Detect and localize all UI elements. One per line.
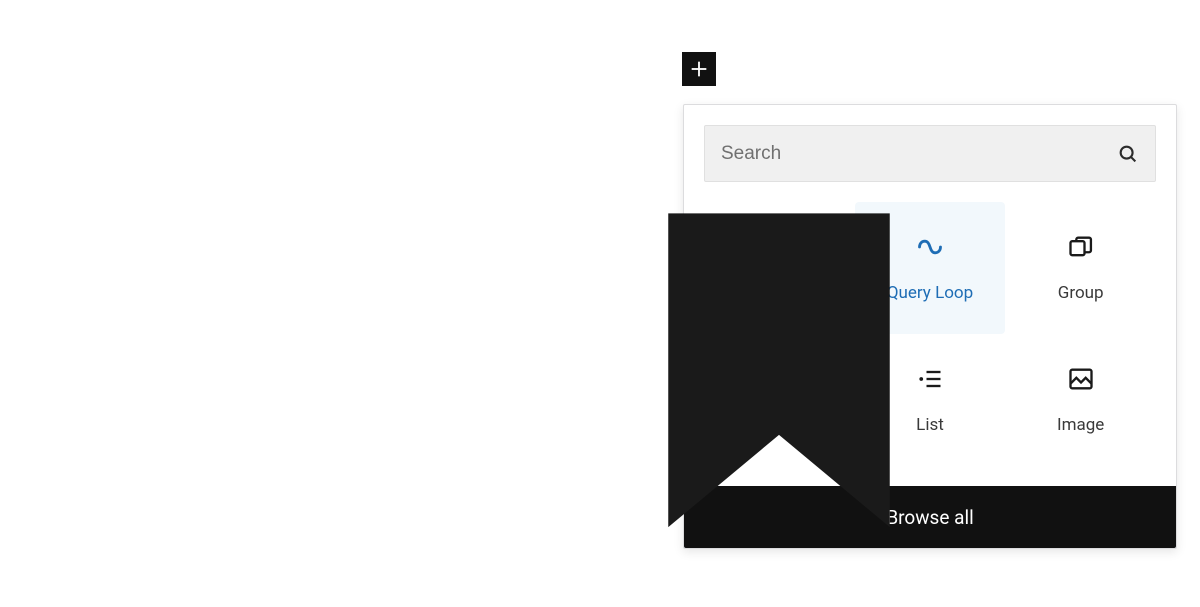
group-icon: [1067, 233, 1095, 261]
block-label: Group: [1058, 283, 1104, 303]
add-block-button[interactable]: [682, 52, 716, 86]
search-icon: [1117, 143, 1139, 165]
image-icon: [1067, 365, 1095, 393]
plus-icon: [688, 58, 710, 80]
block-label: Image: [1057, 415, 1104, 435]
block-item-group[interactable]: Group: [1005, 202, 1156, 334]
block-item-heading[interactable]: Heading: [704, 334, 855, 466]
block-grid: Paragraph Query Loop Group: [684, 192, 1176, 486]
heading-icon: [765, 365, 793, 393]
block-inserter-popover: Paragraph Query Loop Group: [683, 104, 1177, 549]
block-item-image[interactable]: Image: [1005, 334, 1156, 466]
